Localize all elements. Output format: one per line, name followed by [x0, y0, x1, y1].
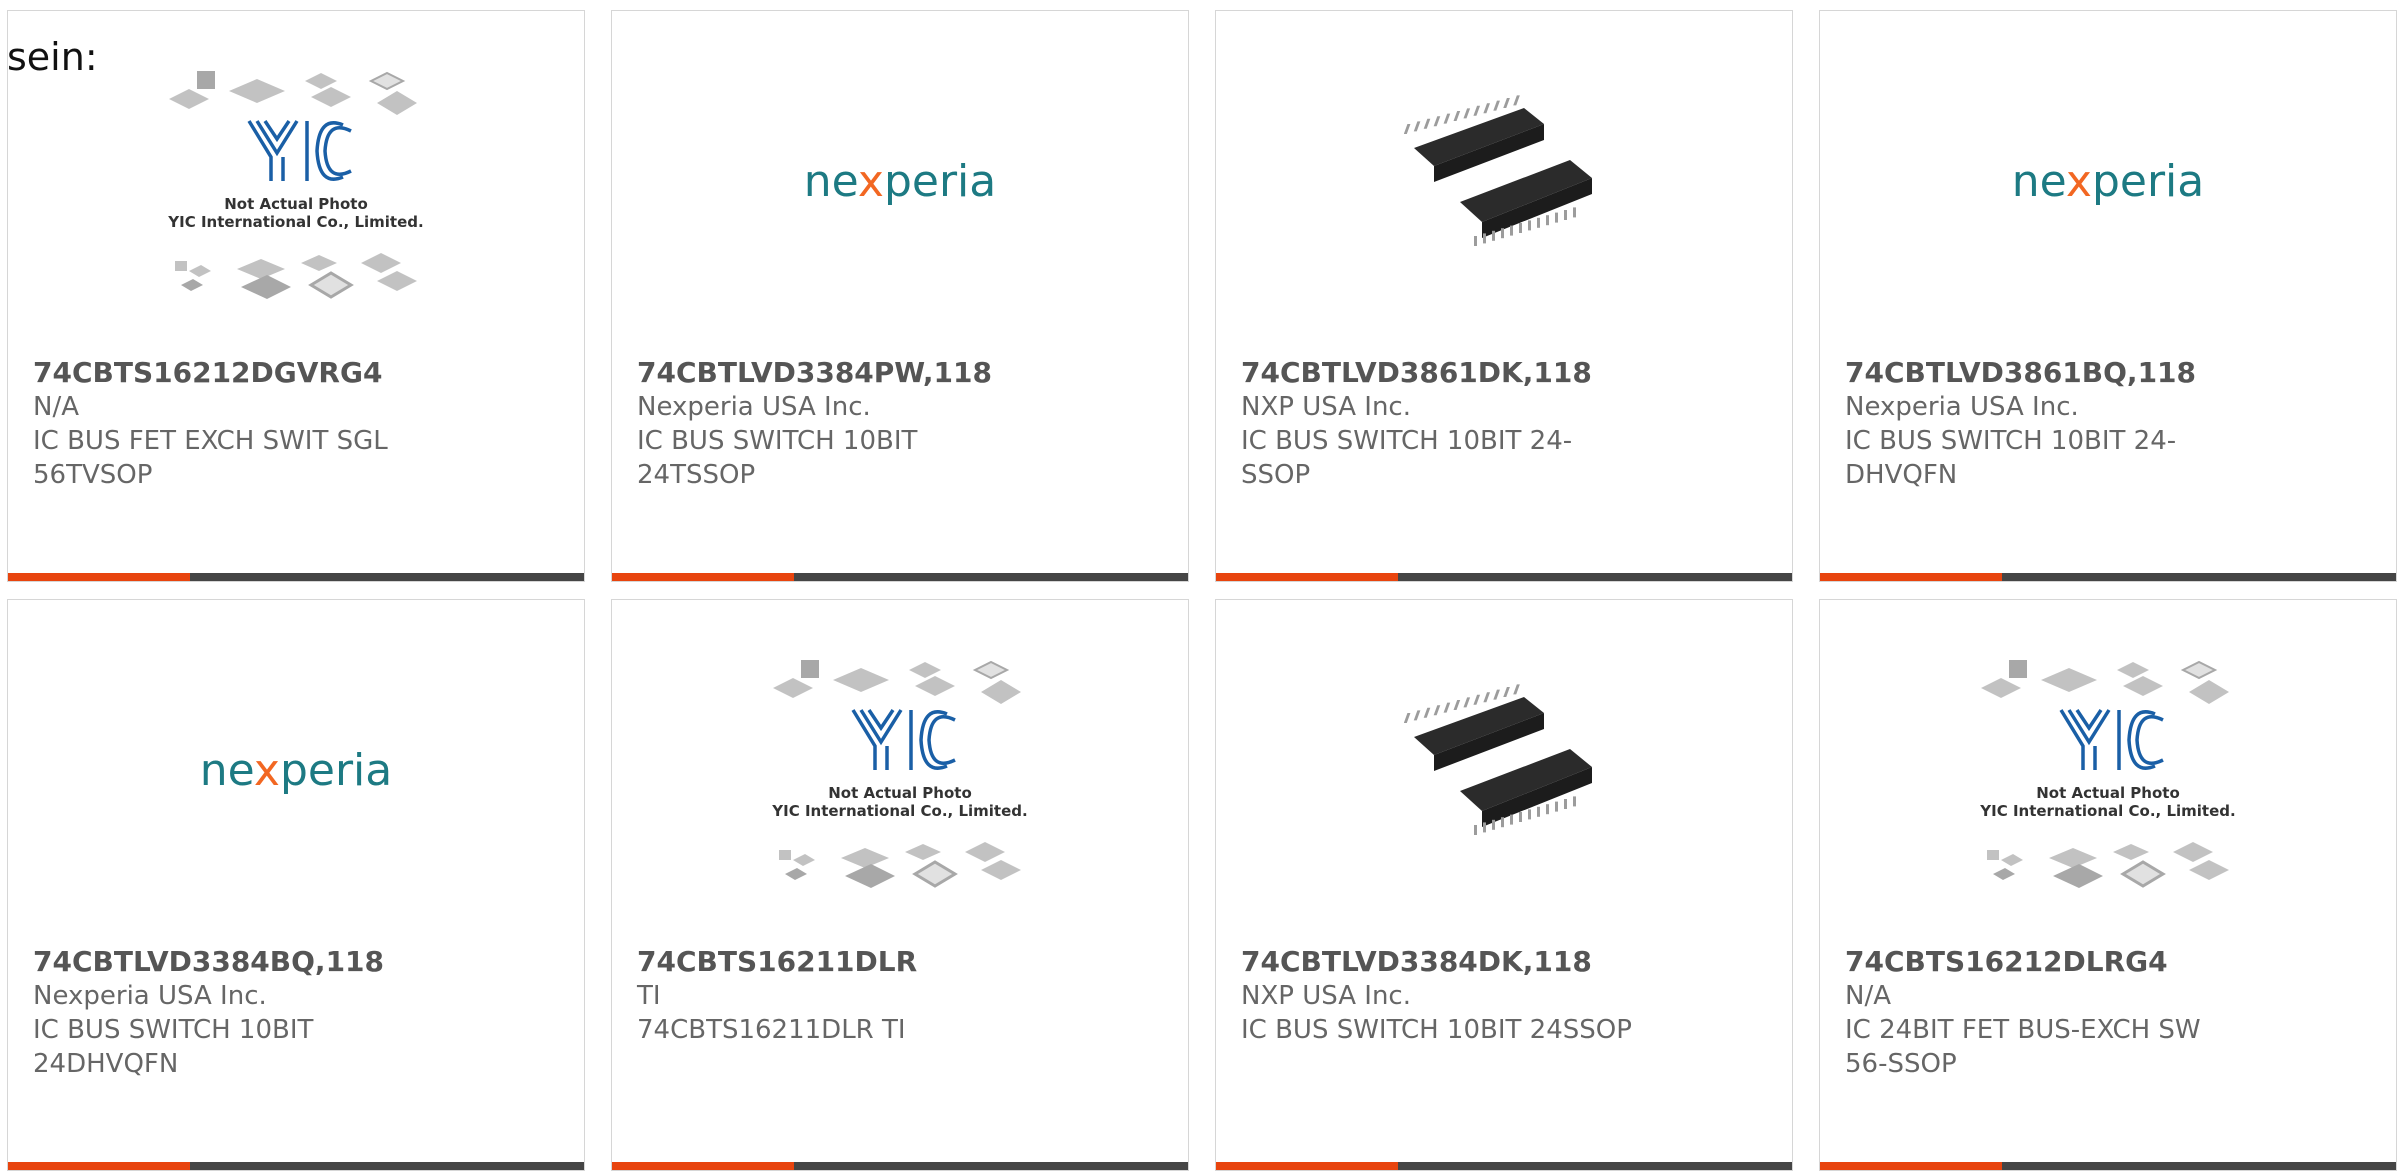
nexperia-logo-image: nexperia — [2012, 156, 2205, 207]
part-number-link[interactable]: 74CBTS16212DLRG4 — [1845, 945, 2245, 979]
card-bottom-bar — [1820, 1162, 2396, 1170]
svg-text:nexperia: nexperia — [2012, 156, 2205, 207]
yic-placeholder-image: Not Actual Photo YIC International Co., … — [771, 659, 1028, 888]
product-image[interactable]: Not Actual Photo YIC International Co., … — [1820, 600, 2396, 945]
product-card[interactable]: 74CBTLVD3861DK,118 NXP USA Inc. IC BUS S… — [1215, 10, 1793, 582]
product-info: 74CBTLVD3384DK,118 NXP USA Inc. IC BUS S… — [1241, 945, 1641, 1047]
product-image[interactable] — [1216, 600, 1792, 945]
manufacturer-label: NXP USA Inc. — [1241, 392, 1411, 422]
description-label: IC BUS SWITCH 10BIT 24-DHVQFN — [1845, 426, 2177, 490]
yic-placeholder-image: Not Actual Photo YIC International Co., … — [167, 70, 424, 299]
card-bottom-bar — [612, 1162, 1188, 1170]
description-label: IC BUS SWITCH 10BIT 24-SSOP — [1241, 426, 1573, 490]
part-number-link[interactable]: 74CBTLVD3384DK,118 — [1241, 945, 1641, 979]
card-bottom-bar — [1216, 573, 1792, 581]
product-info: 74CBTLVD3384BQ,118 Nexperia USA Inc. IC … — [33, 945, 433, 1081]
manufacturer-label: Nexperia USA Inc. — [33, 981, 267, 1011]
product-image[interactable]: nexperia — [8, 600, 584, 945]
card-accent-bar — [1820, 573, 2002, 581]
product-card[interactable]: nexperia 74CBTLVD3384BQ,118 Nexperia USA… — [7, 599, 585, 1171]
card-accent-bar — [8, 573, 190, 581]
part-number-link[interactable]: 74CBTS16211DLR — [637, 945, 1037, 979]
part-number-link[interactable]: 74CBTLVD3384PW,118 — [637, 356, 1037, 390]
yic-caption-line2: YIC International Co., Limited. — [771, 802, 1027, 820]
product-card[interactable]: nexperia 74CBTLVD3384PW,118 Nexperia USA… — [611, 10, 1189, 582]
yic-caption-line1: Not Actual Photo — [224, 195, 368, 213]
description-label: 74CBTS16211DLR TI — [637, 1015, 906, 1045]
part-number-link[interactable]: 74CBTS16212DGVRG4 — [33, 356, 433, 390]
page-heading: sein: — [7, 35, 98, 79]
part-number-link[interactable]: 74CBTLVD3861DK,118 — [1241, 356, 1641, 390]
nexperia-logo-image: nexperia — [804, 156, 997, 207]
card-accent-bar — [612, 1162, 794, 1170]
manufacturer-label: Nexperia USA Inc. — [637, 392, 871, 422]
manufacturer-label: NXP USA Inc. — [1241, 981, 1411, 1011]
card-accent-bar — [612, 573, 794, 581]
product-card[interactable]: Not Actual Photo YIC International Co., … — [611, 599, 1189, 1171]
card-bottom-bar — [1820, 573, 2396, 581]
product-image[interactable]: nexperia — [1820, 11, 2396, 356]
card-bottom-bar — [1216, 1162, 1792, 1170]
product-info: 74CBTS16212DGVRG4 N/A IC BUS FET EXCH SW… — [33, 356, 433, 492]
svg-text:nexperia: nexperia — [804, 156, 997, 207]
product-image[interactable] — [1216, 11, 1792, 356]
product-image[interactable]: nexperia — [612, 11, 1188, 356]
product-info: 74CBTLVD3384PW,118 Nexperia USA Inc. IC … — [637, 356, 1037, 492]
card-bottom-bar — [612, 573, 1188, 581]
product-card[interactable]: nexperia 74CBTLVD3861BQ,118 Nexperia USA… — [1819, 10, 2397, 582]
product-card[interactable]: Not Actual Photo YIC International Co., … — [7, 10, 585, 582]
description-label: IC BUS SWITCH 10BIT 24TSSOP — [637, 426, 918, 490]
card-bottom-bar — [8, 1162, 584, 1170]
ssop-chip-photo — [1404, 94, 1592, 246]
part-number-link[interactable]: 74CBTLVD3861BQ,118 — [1845, 356, 2245, 390]
product-info: 74CBTLVD3861BQ,118 Nexperia USA Inc. IC … — [1845, 356, 2245, 492]
product-info: 74CBTS16211DLR TI 74CBTS16211DLR TI — [637, 945, 1037, 1047]
description-label: IC BUS FET EXCH SWIT SGL 56TVSOP — [33, 426, 388, 490]
manufacturer-label: N/A — [33, 392, 79, 422]
product-card[interactable]: Not Actual Photo YIC International Co., … — [1819, 599, 2397, 1171]
card-accent-bar — [1216, 1162, 1398, 1170]
card-accent-bar — [1820, 1162, 2002, 1170]
yic-placeholder-image: Not Actual Photo YIC International Co., … — [1979, 659, 2236, 888]
description-label: IC BUS SWITCH 10BIT 24SSOP — [1241, 1015, 1632, 1045]
card-accent-bar — [1216, 573, 1398, 581]
yic-caption-line2: YIC International Co., Limited. — [167, 213, 423, 231]
card-bottom-bar — [8, 573, 584, 581]
product-card[interactable]: 74CBTLVD3384DK,118 NXP USA Inc. IC BUS S… — [1215, 599, 1793, 1171]
card-accent-bar — [8, 1162, 190, 1170]
manufacturer-label: TI — [637, 981, 661, 1011]
manufacturer-label: Nexperia USA Inc. — [1845, 392, 2079, 422]
yic-caption-line1: Not Actual Photo — [2036, 784, 2180, 802]
ssop-chip-photo — [1404, 683, 1592, 835]
nexperia-logo-image: nexperia — [200, 745, 393, 796]
part-number-link[interactable]: 74CBTLVD3384BQ,118 — [33, 945, 433, 979]
yic-caption-line1: Not Actual Photo — [828, 784, 972, 802]
manufacturer-label: N/A — [1845, 981, 1891, 1011]
product-info: 74CBTS16212DLRG4 N/A IC 24BIT FET BUS-EX… — [1845, 945, 2245, 1081]
description-label: IC BUS SWITCH 10BIT 24DHVQFN — [33, 1015, 314, 1079]
product-info: 74CBTLVD3861DK,118 NXP USA Inc. IC BUS S… — [1241, 356, 1641, 492]
product-image[interactable]: Not Actual Photo YIC International Co., … — [612, 600, 1188, 945]
description-label: IC 24BIT FET BUS-EXCH SW 56-SSOP — [1845, 1015, 2201, 1079]
yic-caption-line2: YIC International Co., Limited. — [1979, 802, 2235, 820]
svg-text:nexperia: nexperia — [200, 745, 393, 796]
